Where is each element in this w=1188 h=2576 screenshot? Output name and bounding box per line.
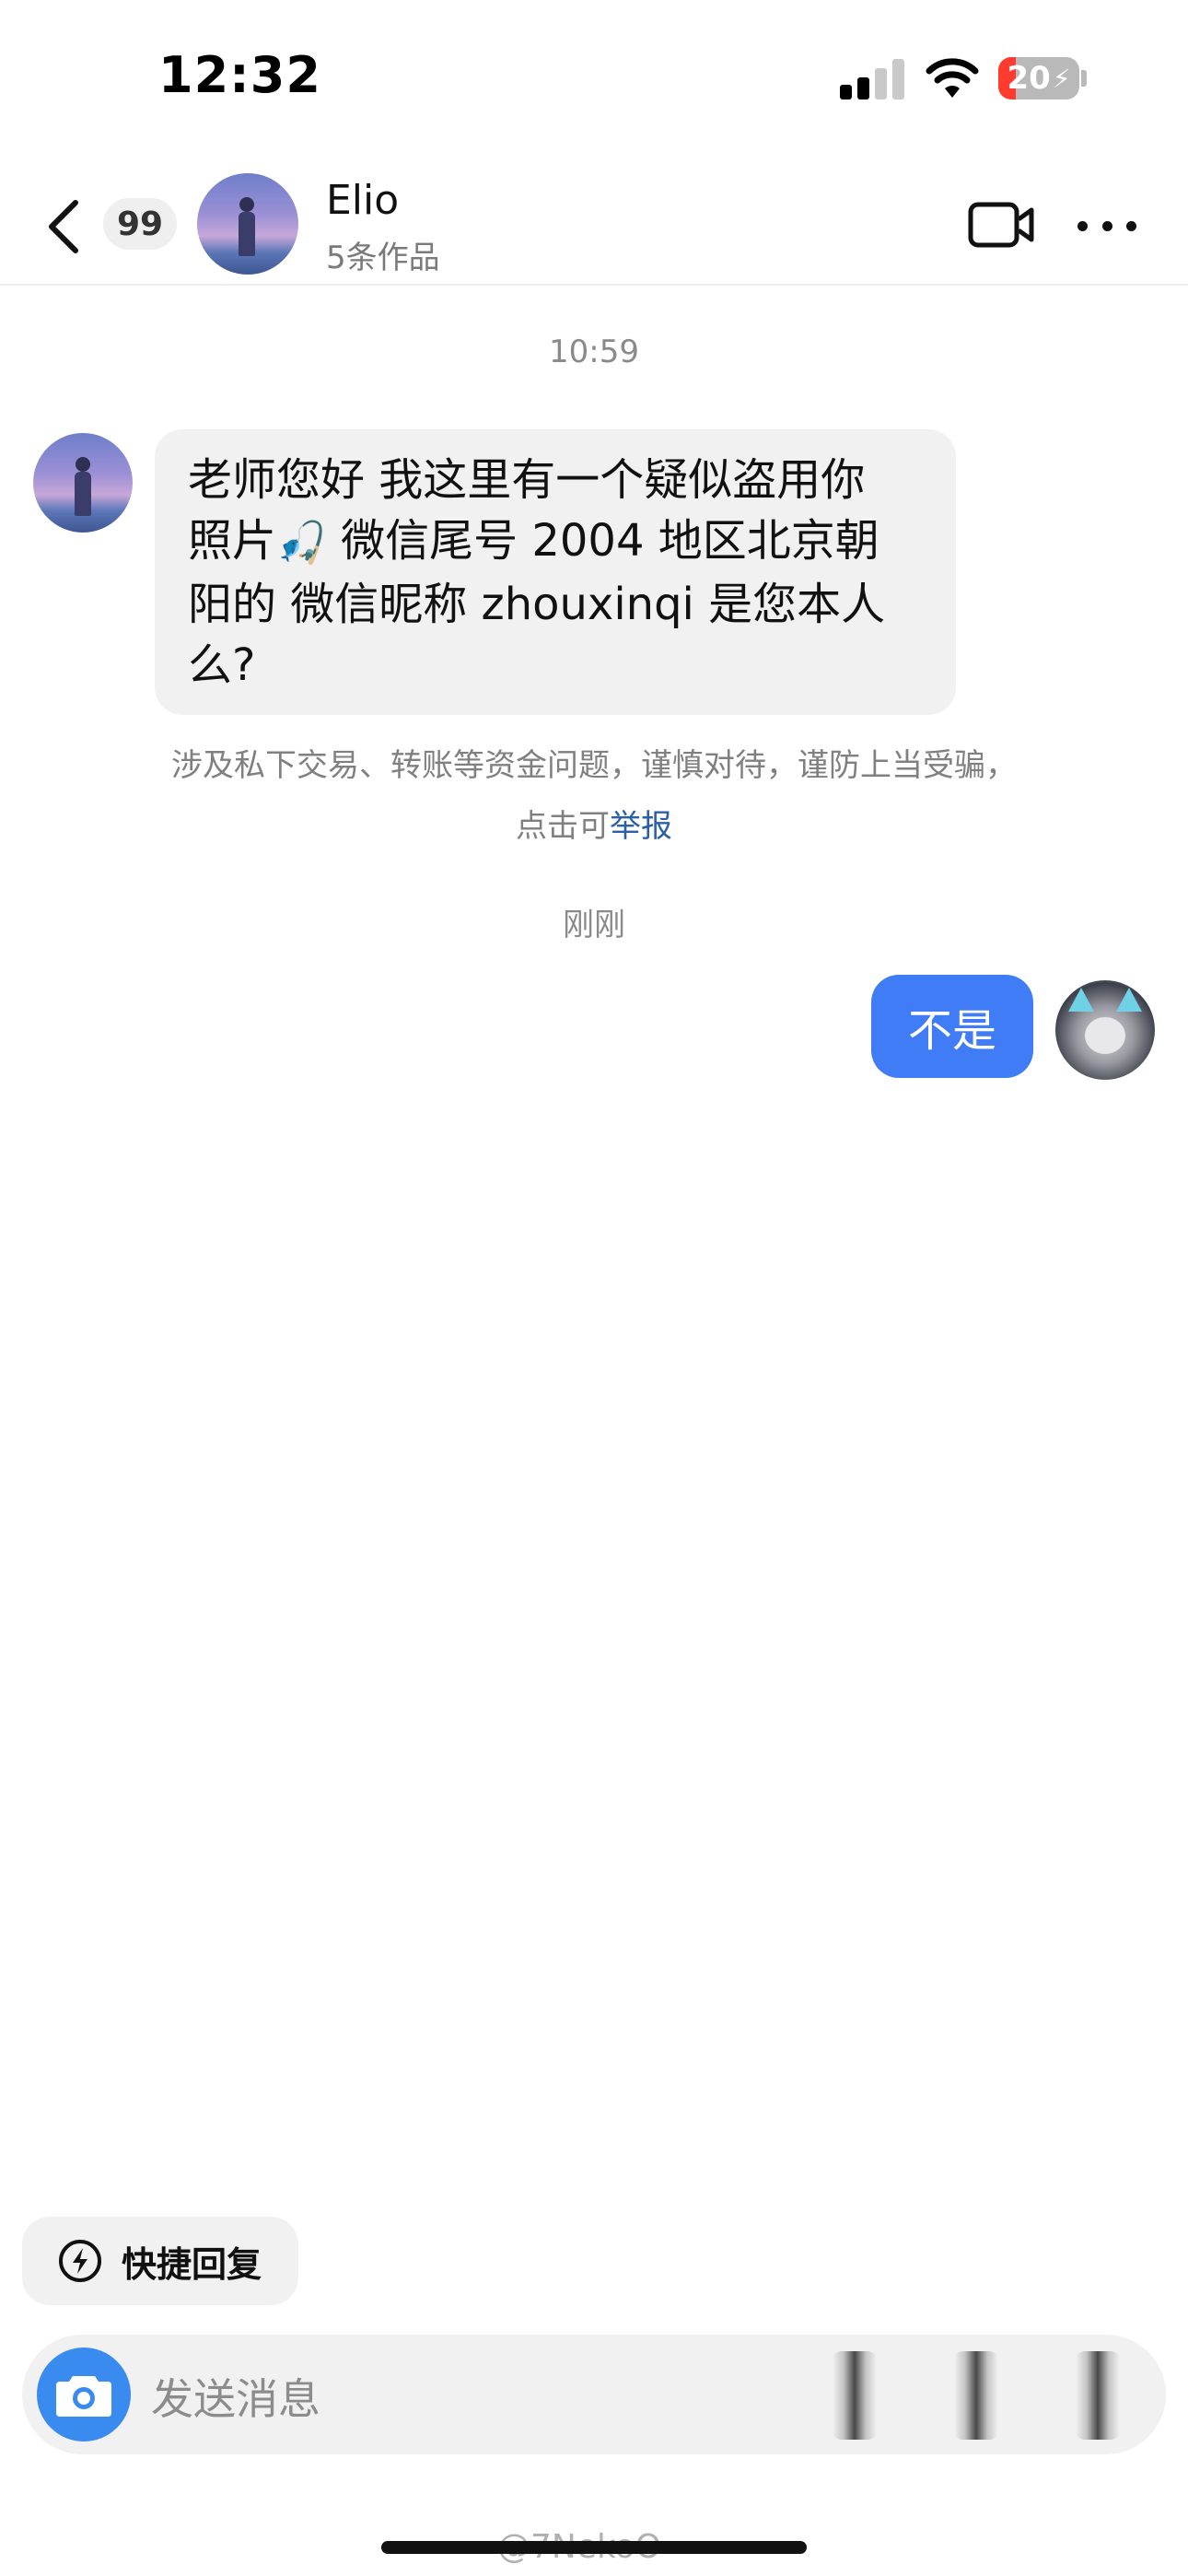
message-line: 照片🎣 微信尾号 2004 地区北京朝 (188, 510, 923, 574)
battery-cap (1081, 70, 1087, 87)
safety-notice-prefix: 点击可 (516, 808, 610, 845)
battery-charging-icon: 20 ⚡ (998, 57, 1079, 100)
artifact-bar (1076, 2351, 1120, 2440)
unread-count-badge[interactable]: 99 (103, 198, 177, 250)
video-call-button[interactable] (967, 199, 1035, 251)
my-avatar[interactable] (1055, 980, 1155, 1080)
back-button[interactable] (37, 193, 92, 260)
fishing-pole-emoji: 🎣 (276, 520, 327, 567)
contact-avatar[interactable] (197, 173, 298, 275)
camera-button[interactable] (37, 2348, 131, 2441)
contact-works-count[interactable]: 5条作品 (326, 232, 440, 277)
lightning-icon (59, 2240, 101, 2282)
safety-notice-text: 涉及私下交易、转账等资金问题，谨慎对待，谨防上当受骗， (171, 747, 1017, 784)
status-time: 12:32 (158, 46, 321, 104)
message-line: 阳的 微信昵称 zhouxinqi 是您本人 (188, 579, 886, 630)
back-chevron-icon (49, 200, 78, 253)
battery-level: 20 (1007, 60, 1051, 97)
message-input[interactable]: 发送消息 (151, 2366, 320, 2427)
message-line: 么? (188, 639, 256, 691)
more-icon[interactable] (1077, 203, 1136, 249)
timestamp: 10:59 (549, 334, 639, 370)
video-call-icon (968, 202, 1034, 248)
incoming-message-bubble[interactable]: 老师您好 我这里有一个疑似盗用你 照片🎣 微信尾号 2004 地区北京朝 阳的 … (155, 429, 956, 715)
artifact-bar (833, 2351, 877, 2440)
wifi-icon (925, 57, 980, 100)
cellular-signal-icon (840, 59, 904, 100)
quick-reply-button[interactable]: 快捷回复 (22, 2217, 298, 2305)
artifact-bar (954, 2351, 998, 2440)
camera-icon (56, 2376, 111, 2417)
contact-name[interactable]: Elio (326, 177, 399, 224)
report-link[interactable]: 举报 (610, 808, 672, 845)
timestamp: 刚刚 (563, 907, 625, 943)
quick-reply-label: 快捷回复 (122, 2243, 262, 2285)
outgoing-message-bubble[interactable]: 不是 (871, 975, 1033, 1078)
message-input-bar[interactable]: 发送消息 (22, 2335, 1166, 2454)
home-indicator[interactable] (381, 2541, 807, 2554)
safety-notice: 涉及私下交易、转账等资金问题，谨慎对待，谨防上当受骗， 点击可举报 (0, 735, 1188, 857)
chat-header: 99 Elio 5条作品 (0, 166, 1188, 286)
sender-avatar[interactable] (33, 433, 133, 533)
message-line: 老师您好 我这里有一个疑似盗用你 (188, 454, 866, 506)
